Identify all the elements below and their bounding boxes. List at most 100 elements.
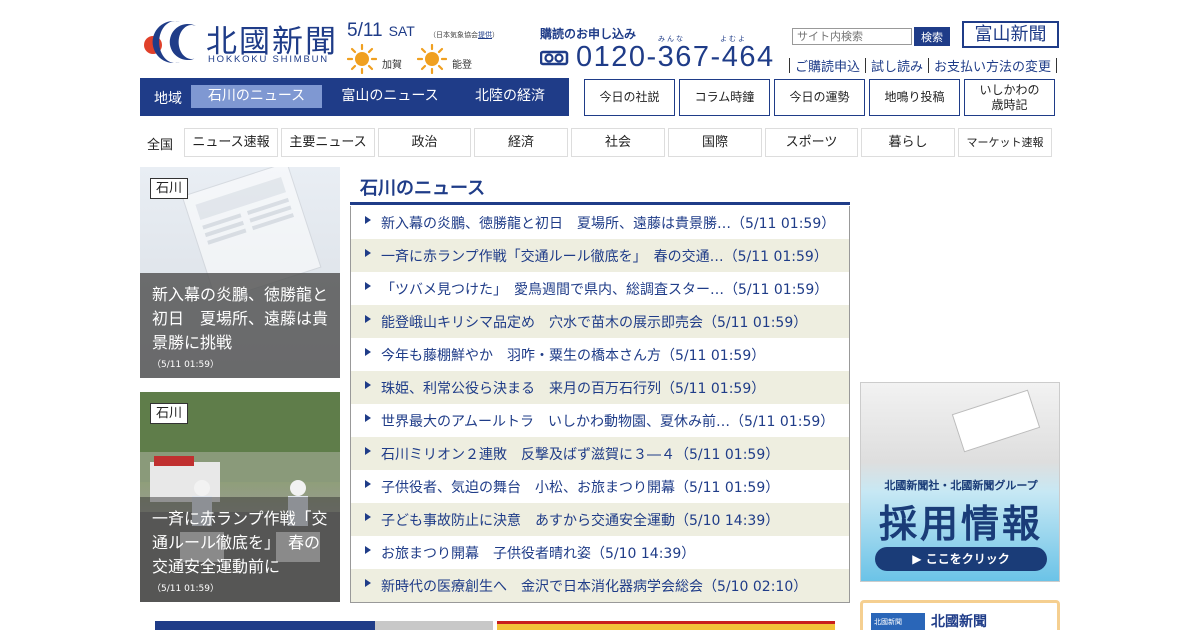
region-nav: 地域 石川のニュース 富山のニュース 北陸の経済 (140, 78, 569, 116)
trial-link[interactable]: 試し読み (871, 60, 923, 75)
recruit-ad-banner[interactable]: 北國新聞社・北國新聞グループ 採用情報 ▶ ここをクリック (860, 382, 1060, 582)
news-item-title: 石川ミリオン２連敗 反撃及ばず滋賀に３―４（5/11 01:59） (381, 446, 780, 463)
card-title: 一斉に赤ランプ作戦「交通ルール徹底を」 春の交通安全運動前に (152, 509, 328, 576)
subscription-phone-number: 0120-367-464 (576, 41, 775, 73)
date: 5/11 SAT (347, 20, 415, 42)
card-caption: 新入幕の炎鵬、徳勝龍と初日 夏場所、遠藤は貴景勝に挑戦 （5/11 01:59） (140, 273, 340, 378)
date-value: 5/11 (347, 20, 383, 41)
news-item-title: 一斉に赤ランプ作戦「交通ルール徹底を」 春の交通…（5/11 01:59） (381, 248, 828, 265)
card-title: 新入幕の炎鵬、徳勝龍と初日 夏場所、遠藤は貴景勝に挑戦 (152, 285, 329, 352)
category-top-news[interactable]: 主要ニュース (281, 128, 375, 157)
subscribe-link[interactable]: ご購読申込 (795, 60, 860, 75)
news-item[interactable]: 今年も藤棚鮮やか 羽咋・粟生の橋本さん方（5/11 01:59） (351, 338, 849, 371)
category-living[interactable]: 暮らし (861, 128, 955, 157)
news-item[interactable]: 新入幕の炎鵬、徳勝龍と初日 夏場所、遠藤は貴景勝…（5/11 01:59） (351, 206, 849, 239)
category-politics[interactable]: 政治 (378, 128, 471, 157)
category-economy[interactable]: 経済 (474, 128, 568, 157)
card-region-tag: 石川 (150, 178, 189, 199)
featured-card[interactable]: 石川 新入幕の炎鵬、徳勝龍と初日 夏場所、遠藤は貴景勝に挑戦 （5/11 01:… (140, 167, 340, 378)
news-item-title: 珠姫、利常公役ら決まる 来月の百万石行列（5/11 01:59） (381, 380, 766, 397)
card-time: （5/11 01:59） (152, 584, 220, 594)
news-item-title: 子ども事故防止に決意 あすから交通安全運動（5/10 14:39） (381, 512, 780, 529)
news-item-title: 今年も藤棚鮮やか 羽咋・粟生の橋本さん方（5/11 01:59） (381, 347, 766, 364)
payment-change-link[interactable]: お支払い方法の変更 (934, 60, 1051, 75)
news-section-header: 石川のニュース (350, 173, 850, 205)
tablet-image (951, 389, 1041, 453)
bottom-banner[interactable] (497, 621, 835, 630)
news-item[interactable]: 一斉に赤ランプ作戦「交通ルール徹底を」 春の交通…（5/11 01:59） (351, 239, 849, 272)
weather-credit: （日本気象協会提供） (429, 31, 499, 39)
region-nav-label: 地域 (154, 91, 182, 107)
category-market[interactable]: マーケット速報 (958, 128, 1052, 157)
reader-post-link[interactable]: 地鳴り投稿 (869, 79, 960, 116)
category-society[interactable]: 社会 (571, 128, 665, 157)
hokkoku-mini-banner[interactable]: 北國新聞 北國新聞 (860, 600, 1060, 630)
hokkoku-logo[interactable]: 北國新聞 HOKKOKU SHIMBUN (140, 16, 340, 66)
category-nav-label: 全国 (147, 138, 174, 153)
category-sports[interactable]: スポーツ (765, 128, 858, 157)
news-item-title: 新入幕の炎鵬、徳勝龍と初日 夏場所、遠藤は貴景勝…（5/11 01:59） (381, 215, 836, 232)
banner-photo (375, 621, 493, 630)
weather-area: 能登 (452, 60, 472, 71)
featured-card[interactable]: 石川 一斉に赤ランプ作戦「交通ルール徹底を」 春の交通安全運動前に （5/11 … (140, 392, 340, 602)
header-links: ご購読申込 試し読み お支払い方法の変更 (784, 56, 1062, 75)
seasonal-calendar-link[interactable]: いしかわの 歳時記 (964, 79, 1055, 116)
weather-noto[interactable]: 能登 (417, 44, 497, 74)
card-time: （5/11 01:59） (152, 360, 220, 370)
tab-ishikawa-news[interactable]: 石川のニュース (191, 85, 322, 108)
sunny-icon (417, 44, 447, 74)
card-caption: 一斉に赤ランプ作戦「交通ルール徹底を」 春の交通安全運動前に （5/11 01:… (140, 497, 340, 602)
logo-text-en: HOKKOKU SHIMBUN (208, 54, 329, 65)
triangle-bullet-icon (365, 447, 371, 455)
triangle-bullet-icon (365, 249, 371, 257)
mini-banner-logo: 北國新聞 (871, 613, 925, 630)
horoscope-link[interactable]: 今日の運勢 (774, 79, 865, 116)
ad-click-button[interactable]: ▶ ここをクリック (875, 547, 1047, 571)
news-item[interactable]: 能登峨山キリシマ品定め 穴水で苗木の展示即売会（5/11 01:59） (351, 305, 849, 338)
triangle-bullet-icon (365, 579, 371, 587)
divider (1056, 58, 1058, 73)
news-list: 新入幕の炎鵬、徳勝龍と初日 夏場所、遠藤は貴景勝…（5/11 01:59） 一斉… (350, 206, 850, 603)
triangle-bullet-icon (365, 480, 371, 488)
bottom-banner[interactable] (155, 621, 493, 630)
editorial-link[interactable]: 今日の社説 (584, 79, 675, 116)
news-section-title: 石川のニュース (360, 178, 486, 199)
category-international[interactable]: 国際 (668, 128, 762, 157)
divider (928, 58, 930, 73)
search-input[interactable] (792, 28, 912, 45)
column-jisho-link[interactable]: コラム時鐘 (679, 79, 770, 116)
mini-banner-text: 北國新聞 (931, 614, 987, 630)
news-item-title: 世界最大のアムールトラ いしかわ動物園、夏休み前…（5/11 01:59） (381, 413, 835, 430)
date-weather: 5/11 SAT （日本気象協会提供） 加賀 能登 (347, 20, 507, 74)
category-breaking-news[interactable]: ニュース速報 (184, 128, 278, 157)
search-button[interactable]: 検索 (914, 27, 950, 46)
card-region-tag: 石川 (150, 403, 189, 424)
divider (789, 58, 790, 73)
triangle-bullet-icon (365, 315, 371, 323)
news-item[interactable]: 子供役者、気迫の舞台 小松、お旅まつり開幕（5/11 01:59） (351, 470, 849, 503)
news-item[interactable]: 子ども事故防止に決意 あすから交通安全運動（5/10 14:39） (351, 503, 849, 536)
triangle-bullet-icon (365, 513, 371, 521)
toyama-shimbun-logo[interactable]: 富山新聞 (962, 21, 1059, 48)
subscription-title: 購読のお申し込み (540, 27, 637, 41)
triangle-bullet-icon (365, 381, 371, 389)
sunny-icon (347, 44, 377, 74)
news-item-title: 能登峨山キリシマ品定め 穴水で苗木の展示即売会（5/11 01:59） (381, 314, 808, 331)
weather-credit-link[interactable]: 提供 (478, 31, 492, 39)
news-item[interactable]: 石川ミリオン２連敗 反撃及ばず滋賀に３―４（5/11 01:59） (351, 437, 849, 470)
subscription-phone[interactable]: 購読のお申し込み みんな よむよ 0120-367-464 (540, 25, 780, 77)
triangle-bullet-icon (365, 348, 371, 356)
day-of-week: SAT (388, 23, 415, 39)
news-item[interactable]: 新時代の医療創生へ 金沢で日本消化器病学会総会（5/10 02:10） (351, 569, 849, 602)
news-item[interactable]: お旅まつり開幕 子供役者晴れ姿（5/10 14:39） (351, 536, 849, 569)
tab-toyama-news[interactable]: 富山のニュース (325, 85, 455, 108)
tab-hokuriku-economy[interactable]: 北陸の経済 (458, 85, 562, 108)
free-dial-icon (540, 50, 569, 66)
divider (865, 58, 867, 73)
weather-kaga[interactable]: 加賀 (347, 44, 427, 74)
news-item[interactable]: 世界最大のアムールトラ いしかわ動物園、夏休み前…（5/11 01:59） (351, 404, 849, 437)
news-item-title: お旅まつり開幕 子供役者晴れ姿（5/10 14:39） (381, 545, 696, 562)
news-item-title: 「ツバメ見つけた」 愛鳥週間で県内、総調査スター…（5/11 01:59） (381, 281, 829, 298)
news-item[interactable]: 「ツバメ見つけた」 愛鳥週間で県内、総調査スター…（5/11 01:59） (351, 272, 849, 305)
news-item[interactable]: 珠姫、利常公役ら決まる 来月の百万石行列（5/11 01:59） (351, 371, 849, 404)
